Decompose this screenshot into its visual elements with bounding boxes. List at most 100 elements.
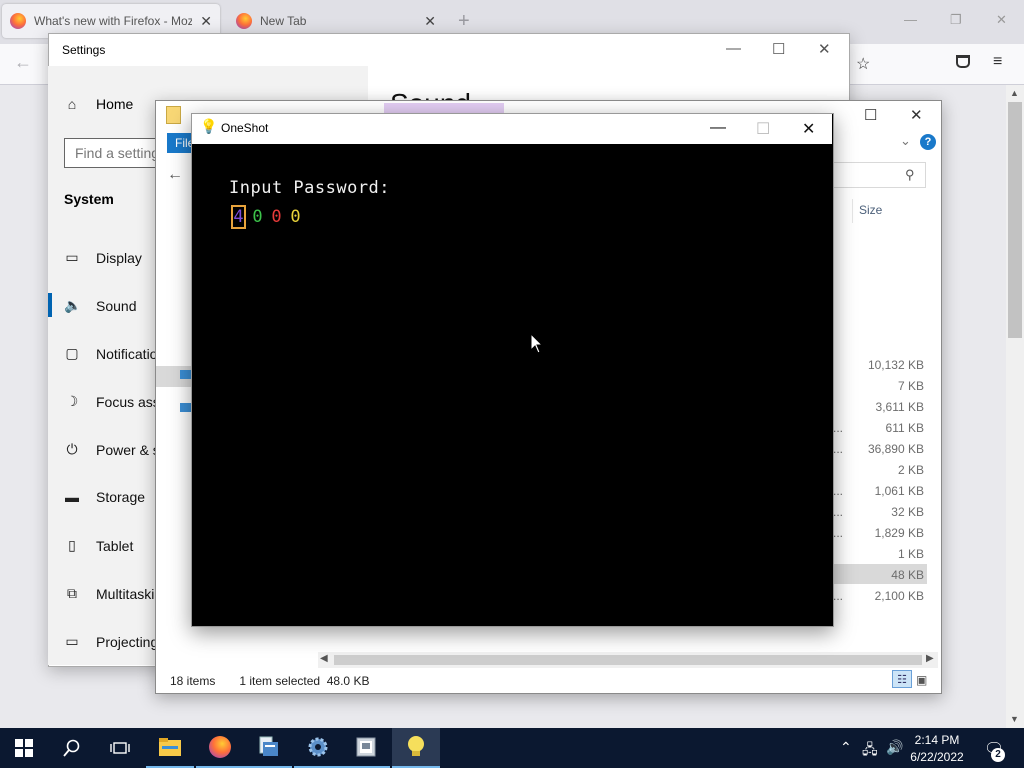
taskbar-firefox[interactable]: [196, 728, 244, 768]
volume-tray-icon[interactable]: 🔊: [886, 739, 903, 756]
explorer-maximize-icon[interactable]: ☐: [864, 106, 877, 124]
taskbar-file-manager[interactable]: [244, 728, 292, 768]
settings-item-label: Tablet: [96, 537, 134, 554]
details-view-icon[interactable]: ☷: [892, 670, 912, 688]
start-button[interactable]: [0, 728, 48, 768]
home-label: Home: [96, 96, 134, 112]
selection-info: 1 item selected 48.0 KB: [239, 674, 369, 688]
explorer-status-bar: 18 items 1 item selected 48.0 KB: [170, 674, 369, 688]
notification-count-badge: 2: [991, 748, 1005, 762]
speaker-icon: 🔈: [64, 297, 82, 313]
truncated-type-cell: ...: [833, 484, 844, 498]
file-size-cell: 1,829 KB: [874, 526, 924, 540]
settings-home-link[interactable]: ⌂ Home: [64, 96, 134, 112]
projecting-icon: ▭: [65, 633, 79, 649]
selected-size: 48.0 KB: [326, 674, 370, 688]
oneshot-minimize-icon[interactable]: —: [710, 119, 726, 137]
browser-back-icon[interactable]: ←: [14, 52, 32, 73]
scroll-up-icon[interactable]: ▲: [1010, 88, 1019, 98]
power-icon: ⏻: [66, 441, 78, 457]
tab-close-icon[interactable]: ✕: [200, 13, 212, 30]
hamburger-menu-icon[interactable]: ≡: [993, 53, 1002, 71]
horizontal-scrollbar-thumb[interactable]: [334, 655, 922, 665]
settings-item-label: Display: [96, 249, 142, 266]
scroll-left-icon[interactable]: ◀: [320, 653, 328, 664]
browser-close-icon[interactable]: ✕: [996, 12, 1007, 28]
password-digit-4[interactable]: 0: [288, 205, 303, 229]
oneshot-bulb-icon: [408, 736, 424, 756]
truncated-type-cell: ...: [833, 421, 844, 435]
file-size-cell: 611 KB: [885, 421, 924, 435]
task-view-icon: [110, 742, 130, 754]
mouse-pointer-icon: [530, 333, 544, 354]
file-size-cell: 36,890 KB: [867, 442, 924, 456]
settings-item-tablet[interactable]: ▯ Tablet: [64, 537, 133, 554]
selected-indicator: [48, 293, 52, 317]
notifications-icon: ▢: [65, 345, 79, 361]
oneshot-window-title: OneShot: [221, 121, 269, 135]
oneshot-close-icon[interactable]: ✕: [802, 119, 815, 139]
file-size-cell: 1,061 KB: [874, 484, 924, 498]
search-icon: [63, 739, 80, 757]
browser-minimize-icon[interactable]: —: [904, 12, 917, 27]
firefox-favicon-icon: [10, 13, 26, 29]
windows-logo-icon: [15, 739, 33, 757]
truncated-type-cell: ...: [833, 505, 844, 519]
taskbar-document-viewer[interactable]: [342, 728, 390, 768]
search-button[interactable]: [48, 728, 96, 768]
browser-restore-icon[interactable]: ❐: [950, 12, 962, 28]
new-tab-button[interactable]: +: [458, 10, 470, 33]
oneshot-maximize-icon: ☐: [756, 121, 771, 138]
settings-item-label: Sound: [96, 297, 137, 314]
size-column-header[interactable]: Size: [852, 199, 882, 223]
show-hidden-icons-chevron[interactable]: ⌃: [840, 739, 852, 756]
file-size-cell: 32 KB: [891, 505, 924, 519]
settings-item-storage[interactable]: ▬ Storage: [64, 489, 145, 505]
explorer-back-icon[interactable]: ←: [167, 166, 183, 184]
settings-minimize-icon[interactable]: —: [726, 40, 741, 57]
taskbar-settings[interactable]: [294, 728, 342, 768]
file-size-cell: 10,132 KB: [867, 358, 924, 372]
tablet-icon: ▯: [68, 537, 76, 553]
settings-close-icon[interactable]: ✕: [818, 40, 831, 58]
file-size-cell: 3,611 KB: [875, 400, 924, 414]
browser-scrollbar-thumb[interactable]: [1008, 102, 1022, 338]
settings-section-title: System: [64, 191, 114, 207]
settings-item-sound[interactable]: 🔈 Sound: [64, 297, 136, 314]
explorer-close-icon[interactable]: ✕: [910, 106, 923, 124]
oneshot-titlebar[interactable]: [192, 114, 832, 144]
scroll-right-icon[interactable]: ▶: [926, 653, 934, 664]
pocket-icon[interactable]: [956, 55, 970, 68]
tab-close-icon[interactable]: ✕: [424, 13, 436, 30]
taskbar-clock-date[interactable]: 6/22/2022: [906, 750, 968, 764]
help-icon[interactable]: ?: [920, 134, 936, 150]
settings-item-display[interactable]: ▭ Display: [64, 249, 142, 266]
taskbar-oneshot[interactable]: [392, 728, 440, 768]
password-digit-3[interactable]: 0: [269, 205, 284, 229]
tab-title: What's new with Firefox - Mozil: [34, 14, 193, 28]
file-size-cell: 2 KB: [897, 463, 924, 477]
bookmark-star-icon[interactable]: ☆: [856, 54, 870, 74]
multitasking-icon: ⧉: [67, 585, 77, 601]
password-digit-1[interactable]: 4: [231, 205, 246, 229]
firefox-icon: [209, 736, 231, 758]
settings-item-label: Storage: [96, 489, 146, 505]
tab-title: New Tab: [260, 14, 307, 28]
file-size-cell: 7 KB: [897, 379, 924, 393]
taskbar-file-explorer[interactable]: [146, 728, 194, 768]
large-icons-view-icon[interactable]: ▣: [916, 673, 927, 687]
truncated-type-cell: ...: [833, 589, 844, 603]
truncated-type-cell: ...: [833, 526, 844, 540]
scroll-down-icon[interactable]: ▼: [1010, 714, 1019, 724]
settings-maximize-icon[interactable]: ☐: [772, 40, 785, 58]
file-size-cell: 1 KB: [897, 547, 924, 561]
file-explorer-icon: [159, 738, 181, 756]
settings-window-title: Settings: [62, 43, 106, 57]
storage-icon: ▬: [65, 489, 79, 505]
network-tray-icon[interactable]: 🖧: [862, 739, 878, 763]
taskbar-clock-time[interactable]: 2:14 PM: [906, 733, 968, 747]
ribbon-expand-chevron-icon[interactable]: ⌄: [900, 133, 911, 149]
password-digit-2[interactable]: 0: [250, 205, 265, 229]
task-view-button[interactable]: [96, 728, 144, 768]
password-digits: 4 0 0 0: [231, 205, 303, 229]
